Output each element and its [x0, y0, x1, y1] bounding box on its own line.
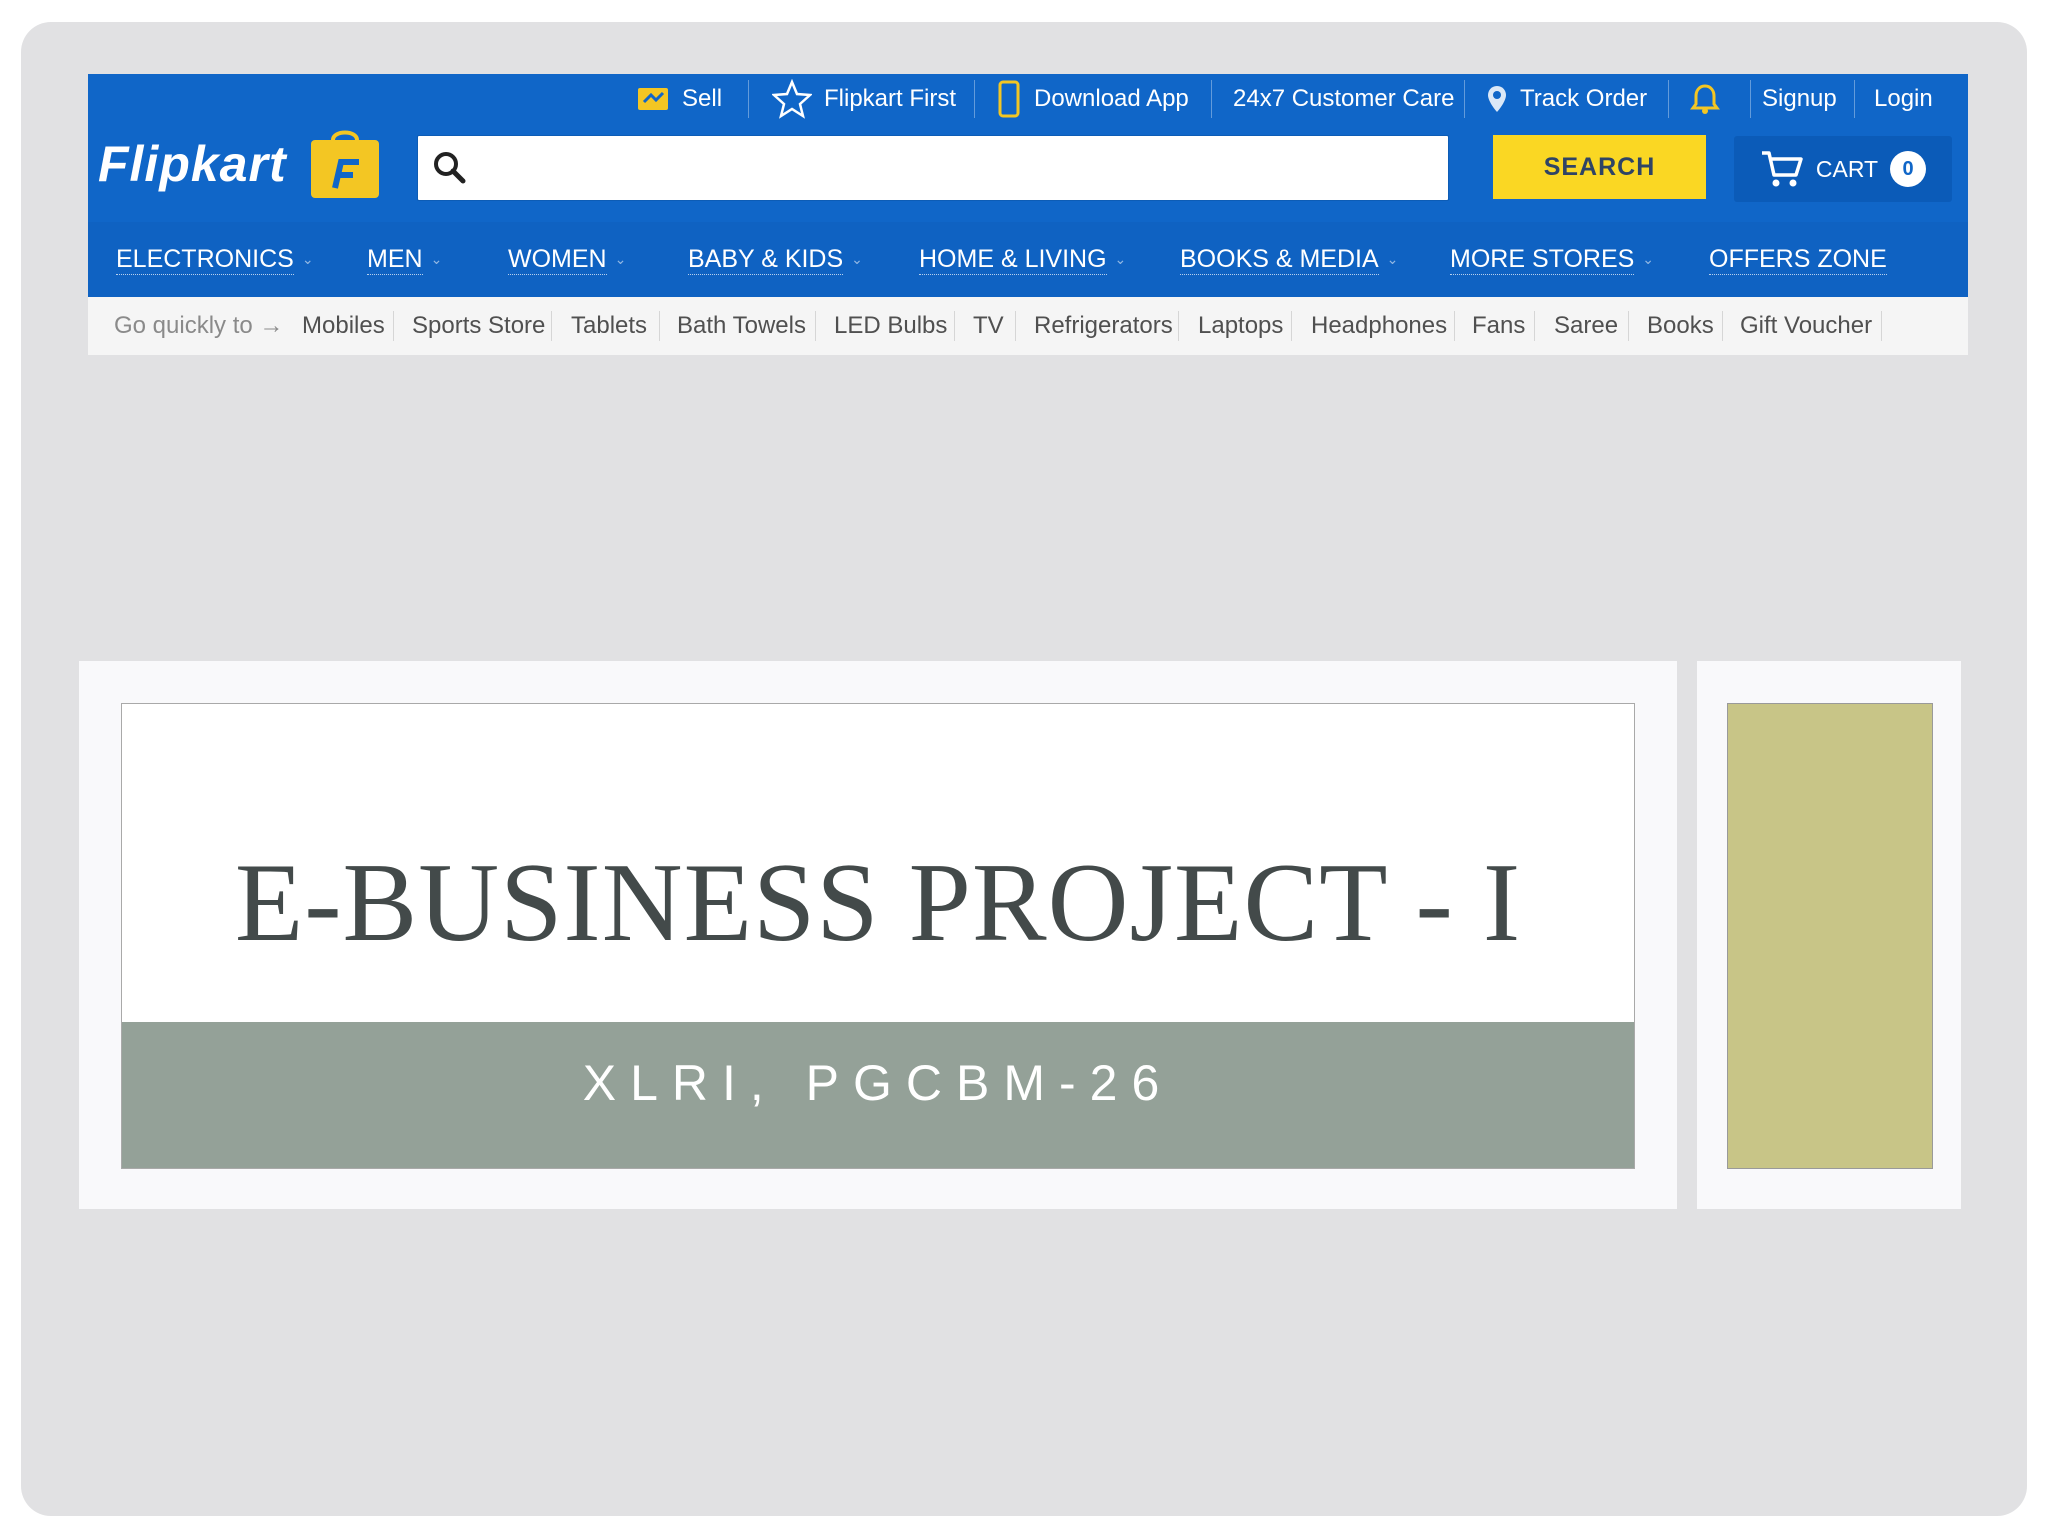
category-label: HOME & LIVING — [919, 245, 1107, 275]
customer-care-link[interactable]: 24x7 Customer Care — [1233, 74, 1454, 124]
category-men[interactable]: MEN ⌄ — [367, 222, 442, 297]
category-label: OFFERS ZONE — [1709, 245, 1887, 275]
divider — [1178, 311, 1179, 341]
slide-title: E-BUSINESS PROJECT - I — [234, 840, 1522, 965]
phone-icon — [998, 80, 1020, 118]
chevron-down-icon: ⌄ — [851, 251, 863, 267]
divider — [974, 80, 975, 118]
chevron-down-icon: ⌄ — [1386, 251, 1399, 267]
login-link[interactable]: Login — [1874, 74, 1933, 124]
divider — [954, 311, 955, 341]
category-label: BABY & KIDS — [688, 245, 844, 275]
flipkart-first-label: Flipkart First — [824, 85, 956, 112]
search-button[interactable]: SEARCH — [1493, 135, 1706, 199]
divider — [1750, 80, 1751, 118]
divider — [659, 311, 660, 341]
arrow-right-icon: → — [259, 312, 284, 339]
quick-link-sports-store[interactable]: Sports Store — [412, 297, 545, 355]
divider — [1291, 311, 1292, 341]
category-offers-zone[interactable]: OFFERS ZONE — [1709, 222, 1887, 297]
quick-link-headphones[interactable]: Headphones — [1311, 297, 1447, 355]
quick-link-laptops[interactable]: Laptops — [1198, 297, 1283, 355]
customer-care-label: 24x7 Customer Care — [1233, 85, 1455, 112]
chevron-down-icon: ⌄ — [614, 251, 627, 267]
quick-link-fans[interactable]: Fans — [1472, 297, 1525, 355]
track-order-link[interactable]: Track Order — [1486, 74, 1647, 124]
quick-link-gift-voucher[interactable]: Gift Voucher — [1740, 297, 1872, 355]
category-more-stores[interactable]: MORE STORES ⌄ — [1450, 222, 1654, 297]
signup-link[interactable]: Signup — [1762, 74, 1837, 124]
category-label: BOOKS & MEDIA — [1180, 245, 1379, 275]
category-electronics[interactable]: ELECTRONICS ⌄ — [116, 222, 314, 297]
flipkart-header: Sell Flipkart First Download App 24x7 Cu… — [88, 74, 1968, 297]
title-frame: E-BUSINESS PROJECT - I XLRI, PGCBM-26 — [79, 661, 1677, 1209]
cart-icon — [1761, 151, 1803, 187]
cart-label: CART — [1815, 155, 1879, 182]
location-pin-icon — [1488, 86, 1506, 112]
cart-count-badge: 0 — [1890, 151, 1927, 187]
side-accent-panel — [1727, 703, 1933, 1169]
logo-text: Flipkart — [98, 136, 287, 192]
divider — [1454, 311, 1455, 341]
category-baby-kids[interactable]: BABY & KIDS ⌄ — [688, 222, 863, 297]
top-links-bar: Sell Flipkart First Download App 24x7 Cu… — [88, 74, 1968, 124]
quick-link-tablets[interactable]: Tablets — [571, 297, 647, 355]
search-bar — [417, 135, 1449, 201]
divider — [1854, 80, 1855, 118]
login-label: Login — [1874, 85, 1933, 112]
slide-subtitle: XLRI, PGCBM-26 — [122, 1022, 1634, 1168]
divider — [1464, 80, 1465, 118]
bell-icon — [1690, 84, 1720, 114]
divider — [1211, 80, 1212, 118]
divider — [1534, 311, 1535, 341]
category-label: ELECTRONICS — [116, 245, 294, 275]
divider — [1628, 311, 1629, 341]
divider — [1668, 80, 1669, 118]
shopping-bag-logo-icon — [310, 130, 379, 198]
quick-links-bar: Go quickly to → Mobiles Sports Store Tab… — [88, 297, 1968, 355]
quick-link-mobiles[interactable]: Mobiles — [302, 297, 385, 355]
side-frame — [1697, 661, 1961, 1209]
download-app-link[interactable]: Download App — [996, 74, 1189, 124]
category-home-living[interactable]: HOME & LIVING ⌄ — [919, 222, 1126, 297]
quick-link-bath-towels[interactable]: Bath Towels — [677, 297, 806, 355]
sell-icon — [638, 88, 668, 110]
search-icon — [434, 152, 466, 184]
chevron-down-icon: ⌄ — [1642, 251, 1655, 267]
category-women[interactable]: WOMEN ⌄ — [508, 222, 626, 297]
download-app-label: Download App — [1034, 85, 1189, 112]
search-input[interactable] — [482, 144, 1426, 192]
divider — [393, 311, 394, 341]
quick-link-led-bulbs[interactable]: LED Bulbs — [834, 297, 947, 355]
divider — [1015, 311, 1016, 341]
category-label: MORE STORES — [1450, 245, 1635, 275]
quick-link-saree[interactable]: Saree — [1554, 297, 1618, 355]
divider — [1881, 311, 1882, 341]
track-order-label: Track Order — [1520, 85, 1648, 112]
quick-links-label: Go quickly to → — [114, 312, 284, 339]
category-books-media[interactable]: BOOKS & MEDIA ⌄ — [1180, 222, 1398, 297]
title-card: E-BUSINESS PROJECT - I XLRI, PGCBM-26 — [121, 703, 1635, 1169]
sell-label: Sell — [682, 85, 723, 112]
quick-link-refrigerators[interactable]: Refrigerators — [1034, 297, 1173, 355]
sell-link[interactable]: Sell — [636, 74, 722, 124]
quick-link-tv[interactable]: TV — [973, 297, 1004, 355]
chevron-down-icon: ⌄ — [430, 251, 443, 267]
star-icon — [772, 79, 812, 119]
cart-button[interactable]: CART 0 — [1734, 136, 1952, 202]
chevron-down-icon: ⌄ — [1114, 251, 1127, 267]
divider — [815, 311, 816, 341]
category-label: MEN — [367, 245, 423, 275]
quick-link-books[interactable]: Books — [1647, 297, 1714, 355]
category-nav: ELECTRONICS ⌄ MEN ⌄ WOMEN ⌄ BABY & KIDS ⌄ HO… — [88, 222, 1968, 297]
signup-label: Signup — [1762, 85, 1837, 112]
flipkart-first-link[interactable]: Flipkart First — [772, 74, 956, 124]
flipkart-logo[interactable]: Flipkart — [98, 129, 383, 199]
category-label: WOMEN — [508, 245, 607, 275]
divider — [748, 80, 749, 118]
divider — [1722, 311, 1723, 341]
chevron-down-icon: ⌄ — [301, 251, 314, 267]
notifications-button[interactable] — [1688, 74, 1722, 124]
divider — [551, 311, 552, 341]
